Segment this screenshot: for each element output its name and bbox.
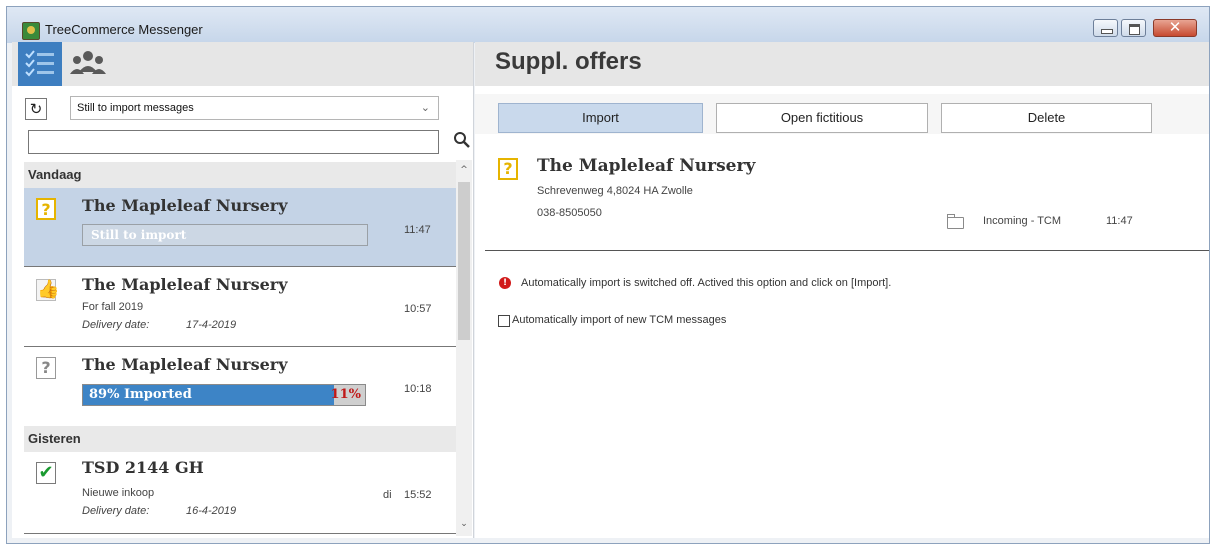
import-button[interactable]: Import <box>498 103 703 133</box>
left-toolbar <box>12 42 473 86</box>
sender-name: The Mapleleaf Nursery <box>82 355 288 374</box>
scroll-up-icon[interactable]: ^ <box>456 162 472 178</box>
detail-folder: Incoming - TCM <box>983 215 1062 227</box>
scroll-thumb[interactable] <box>458 182 470 340</box>
import-progress-bar: 89% Imported 11% <box>82 384 366 406</box>
question-icon: ? <box>498 158 518 180</box>
delete-button[interactable]: Delete <box>941 103 1152 133</box>
message-time: 10:57 <box>404 303 432 315</box>
maximize-button[interactable] <box>1121 19 1146 37</box>
detail-time: 11:47 <box>1106 215 1133 227</box>
delivery-label: Delivery date: <box>82 505 150 517</box>
list-scrollbar[interactable]: ^ ⌄ <box>456 160 472 536</box>
detail-address: Schrevenweg 4,8024 HA Zwolle <box>537 185 693 197</box>
people-icon <box>70 51 106 74</box>
list-item[interactable]: ? The Mapleleaf Nursery 89% Imported 11%… <box>24 347 457 423</box>
minimize-button[interactable] <box>1093 19 1118 37</box>
progress-remaining: 11% <box>330 387 361 402</box>
filter-selected-value: Still to import messages <box>77 102 194 114</box>
title-bar[interactable]: TreeCommerce Messenger ✕ <box>7 7 1209 43</box>
detail-phone: 038-8505050 <box>537 207 602 219</box>
detail-pane: Suppl. offers Import Open fictitious Del… <box>475 42 1209 538</box>
delivery-date: 17-4-2019 <box>186 319 237 331</box>
message-day: di <box>383 489 392 501</box>
search-input[interactable] <box>28 130 439 154</box>
list-item[interactable]: ? The Mapleleaf Nursery Still to import … <box>24 188 457 267</box>
check-icon: ✔ <box>36 462 56 484</box>
list-item[interactable]: ✔ TSD 2144 GH Nieuwe inkoop Delivery dat… <box>24 452 457 534</box>
chevron-down-icon: ⌄ <box>420 102 430 114</box>
search-icon[interactable] <box>453 131 471 149</box>
sender-name: The Mapleleaf Nursery <box>82 196 288 215</box>
divider <box>485 250 1209 251</box>
group-header-today: Vandaag <box>24 162 464 188</box>
close-icon: ✕ <box>1168 18 1182 36</box>
open-fictitious-button[interactable]: Open fictitious <box>716 103 928 133</box>
group-header-yesterday: Gisteren <box>24 426 464 452</box>
message-filter-select[interactable]: Still to import messages ⌄ <box>70 96 439 120</box>
list-item[interactable]: 👍 The Mapleleaf Nursery For fall 2019 De… <box>24 267 457 347</box>
auto-import-label[interactable]: Automatically import of new TCM messages <box>512 314 726 326</box>
sender-name: TSD 2144 GH <box>82 458 204 477</box>
message-time: 10:18 <box>404 383 432 395</box>
delivery-date: 16-4-2019 <box>186 505 237 517</box>
warning-message: Automatically import is switched off. Ac… <box>521 277 892 289</box>
window-title: TreeCommerce Messenger <box>45 22 203 37</box>
thumbs-up-icon: 👍 <box>36 279 60 301</box>
question-icon: ? <box>36 198 56 220</box>
progress-label: 89% Imported <box>89 387 192 402</box>
page-title: Suppl. offers <box>495 48 642 75</box>
status-badge: Still to import <box>82 224 368 246</box>
detail-header: Suppl. offers <box>475 42 1209 86</box>
refresh-icon: ↻ <box>29 100 43 118</box>
scroll-down-icon[interactable]: ⌄ <box>456 516 472 532</box>
message-time: 11:47 <box>404 224 431 236</box>
refresh-button[interactable]: ↻ <box>25 98 47 120</box>
folder-icon <box>947 214 964 229</box>
question-icon: ? <box>36 357 56 379</box>
close-button[interactable]: ✕ <box>1153 18 1197 37</box>
sender-name: The Mapleleaf Nursery <box>82 275 288 294</box>
delivery-label: Delivery date: <box>82 319 150 331</box>
message-list-pane: ↻ Still to import messages ⌄ Vandaag ? T… <box>12 42 474 538</box>
app-logo-icon <box>22 22 40 40</box>
auto-import-checkbox[interactable] <box>498 315 510 327</box>
action-bar: Import Open fictitious Delete <box>475 94 1209 134</box>
contacts-view-button[interactable] <box>66 42 110 86</box>
checklist-icon <box>25 50 54 77</box>
message-list-view-button[interactable] <box>18 42 62 86</box>
message-subtitle: For fall 2019 <box>82 301 144 313</box>
message-time: 15:52 <box>404 489 432 501</box>
detail-sender-name: The Mapleleaf Nursery <box>537 156 756 176</box>
message-subtitle: Nieuwe inkoop <box>82 487 155 499</box>
warning-icon: ! <box>499 277 511 289</box>
